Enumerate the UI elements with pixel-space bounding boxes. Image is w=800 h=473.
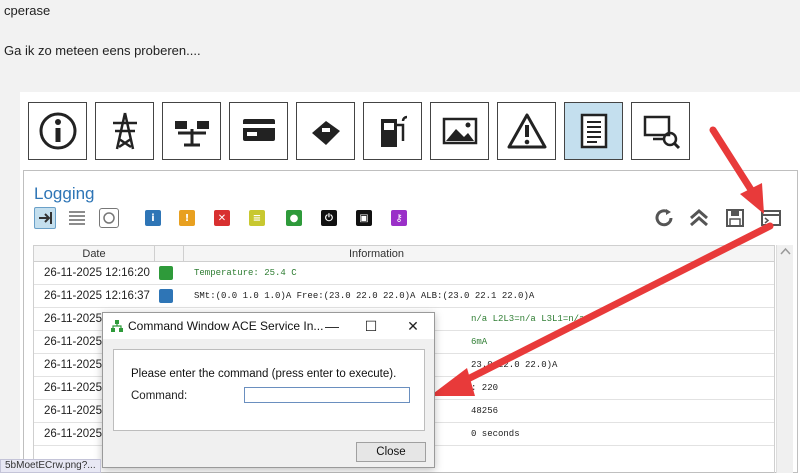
terminal-filter-icon[interactable]: ▣ [356,210,372,226]
row-info: 23.0 22.0 22.0)A [471,360,558,370]
dialog-titlebar[interactable]: Command Window ACE Service In... — ☐ ✕ [103,313,434,339]
command-window-icon[interactable] [759,207,783,229]
row-info: n/a L2L3=n/a L3L1=n/a [471,314,585,324]
row-info: 6mA [471,337,488,347]
event-filter-icon[interactable]: ≡ [249,210,265,226]
type-column-header[interactable] [155,246,184,262]
power-filter-icon[interactable]: ⏻ [321,210,337,226]
warning-icon [507,113,546,149]
charger-tab-button[interactable] [363,102,422,160]
dialog-title: Command Window ACE Service In... [128,319,324,333]
notice-filter-icon[interactable]: ! [179,210,195,226]
table-row[interactable]: 26-11-2025 12:16:20 Temperature: 25.4 C [34,262,774,285]
command-input[interactable] [244,387,410,403]
charger-icon [380,115,407,147]
row-date: 26-11-2025 [44,428,102,440]
network-icon [111,320,123,332]
status-type-icon [159,266,173,280]
load-balance-tab-button[interactable] [162,102,221,160]
info-filter-icon[interactable]: i [145,210,161,226]
image-icon [442,117,477,145]
maximize-icon[interactable]: ☐ [361,317,381,335]
close-icon[interactable]: ✕ [403,317,423,335]
command-window-dialog: Command Window ACE Service In... — ☐ ✕ P… [102,312,435,468]
card-terminal-icon [311,121,340,145]
command-prompt-text: Please enter the command (press enter to… [131,368,397,380]
log-table-header: Date Information [34,246,774,262]
log-scrollbar[interactable] [776,245,793,473]
grid-tab-button[interactable] [95,102,154,160]
payment-tab-button[interactable] [296,102,355,160]
row-date: 26-11-2025 [44,382,102,394]
cards-tab-button[interactable] [229,102,288,160]
date-column-header[interactable]: Date [34,246,155,262]
close-button[interactable]: Close [356,442,426,462]
remote-service-icon [643,115,680,150]
list-icon[interactable] [66,208,88,228]
row-date: 26-11-2025 [44,359,102,371]
dialog-body: Please enter the command (press enter to… [113,349,425,431]
command-label: Command: [131,390,188,402]
row-date: 26-11-2025 12:16:20 [44,267,150,279]
enter-icon[interactable] [34,207,56,229]
save-icon[interactable] [723,207,747,229]
row-info: 0 seconds [471,429,520,439]
row-date: 26-11-2025 [44,336,102,348]
filename-tooltip: 5bMoetECrw.png?... [0,459,101,473]
key-filter-icon[interactable]: ⚷ [391,210,407,226]
row-info: : 220 [471,383,499,393]
load-balance-icon [174,121,209,147]
collapse-icon[interactable] [687,207,711,229]
scroll-up-icon[interactable] [777,245,794,259]
warnings-tab-button[interactable] [497,102,556,160]
row-info: SMt:(0.0 1.0 1.0)A Free:(23.0 22.0 22.0)… [194,291,535,301]
gauge-icon[interactable] [99,208,119,228]
logging-title: Logging [34,184,95,203]
table-row[interactable]: 26-11-2025 12:16:37 SMt:(0.0 1.0 1.0)A F… [34,285,774,308]
post-message: Ga ik zo meteen eens proberen.... [4,43,201,58]
row-date: 26-11-2025 [44,405,102,417]
card-icon [242,119,275,141]
status-filter-icon[interactable]: ● [286,210,302,226]
post-author: cperase [4,3,51,18]
row-info: 48256 [471,406,499,416]
information-column-header[interactable]: Information [184,246,774,262]
display-tab-button[interactable] [430,102,489,160]
minimize-icon[interactable]: — [322,317,342,335]
info-tab-button[interactable] [28,102,87,160]
info-icon [39,112,76,150]
error-filter-icon[interactable]: ✕ [214,210,230,226]
logging-tab-button[interactable] [564,102,623,160]
log-document-icon [580,113,607,149]
remote-service-tab-button[interactable] [631,102,690,160]
info-type-icon [159,289,173,303]
refresh-icon[interactable] [652,207,676,229]
row-date: 26-11-2025 [44,313,102,325]
row-info: Temperature: 25.4 C [194,268,297,278]
row-date: 26-11-2025 12:16:37 [44,290,150,302]
power-tower-icon [112,112,137,150]
